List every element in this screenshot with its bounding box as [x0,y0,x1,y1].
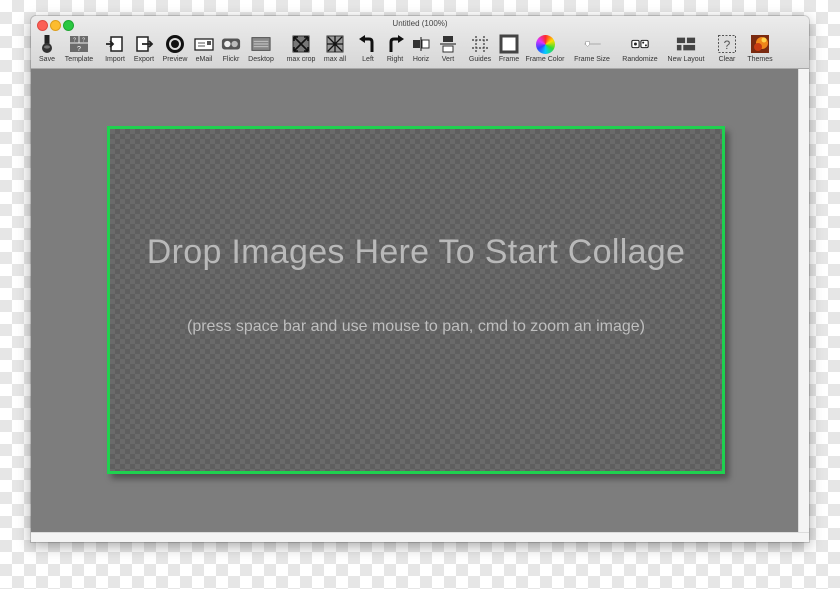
frame-size-slider-icon [582,34,602,54]
clear-button[interactable]: ? Clear [710,33,744,67]
themes-button[interactable]: Themes [743,33,777,67]
themes-icon [750,34,770,54]
max-crop-icon [291,34,311,54]
color-wheel-icon [535,34,555,54]
clear-icon: ? [717,34,737,54]
frame-icon [499,34,519,54]
max-all-button[interactable]: max all [318,33,352,67]
frame-button[interactable]: Frame [492,33,526,67]
export-icon [134,34,154,54]
template-button[interactable]: ? ? ? Template [62,33,96,67]
horizontal-scrollbar[interactable] [31,532,809,542]
flip-vertical-icon [438,34,458,54]
template-icon: ? ? ? [69,34,89,54]
svg-text:?: ? [724,38,731,52]
title-bar: Untitled (100%) Save ? ? ? Template Impo… [31,16,809,69]
desktop-button[interactable]: Desktop [244,33,278,67]
drop-zone-title: Drop Images Here To Start Collage [146,233,686,271]
new-layout-button[interactable]: New Layout [668,33,704,67]
save-button[interactable]: Save [31,33,64,67]
window-title: Untitled (100%) [392,19,448,28]
desktop-icon [251,34,271,54]
randomize-icon [630,34,650,54]
flickr-button[interactable]: Flickr [214,33,248,67]
toolbar: Save ? ? ? Template Import Export Previe… [31,33,809,68]
frame-size-slider[interactable]: Frame Size [574,33,610,67]
guides-icon [470,34,490,54]
collage-canvas[interactable]: Drop Images Here To Start Collage (press… [31,69,798,532]
svg-text:?: ? [77,46,81,53]
vertical-scrollbar[interactable] [798,69,809,532]
email-icon [194,34,214,54]
export-button[interactable]: Export [127,33,161,67]
svg-text:?: ? [82,38,85,44]
max-all-icon [325,34,345,54]
app-window: Untitled (100%) Save ? ? ? Template Impo… [31,16,809,542]
image-drop-zone[interactable]: Drop Images Here To Start Collage (press… [107,126,725,474]
flip-vertical-button[interactable]: Vert [431,33,465,67]
randomize-button[interactable]: Randomize [622,33,658,67]
save-icon [37,34,57,54]
max-crop-button[interactable]: max crop [284,33,318,67]
flip-horizontal-icon [411,34,431,54]
rotate-left-icon [358,34,378,54]
svg-text:?: ? [73,38,76,44]
drop-zone-hint: (press space bar and use mouse to pan, c… [186,318,645,335]
flickr-icon [221,34,241,54]
rotate-right-icon [385,34,405,54]
frame-color-button[interactable]: Frame Color [526,33,564,67]
import-icon [105,34,125,54]
new-layout-icon [676,34,696,54]
preview-icon [165,34,185,54]
